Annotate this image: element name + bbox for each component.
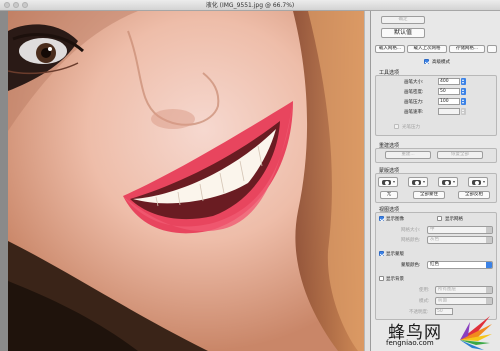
liquify-options-panel: 确定 默认值 载入网格... 载入上次网格 存储网格... 高级模式 工具选项 … [370,11,500,351]
portrait-image [8,11,364,351]
mesh-more-button[interactable] [487,45,497,53]
mask-intersect-icon [472,180,481,185]
minimize-window-button[interactable] [13,2,19,8]
use-layers-select[interactable]: 所有图层 [435,286,493,294]
brush-rate-stepper[interactable] [461,108,466,115]
close-window-button[interactable] [4,2,10,8]
load-last-mesh-button[interactable]: 载入上次网格 [407,45,447,53]
invert-all-button[interactable]: 全部反相 [458,191,490,199]
mesh-size-label: 网格大小: [401,228,421,233]
chevron-down-icon [486,237,492,243]
watermark-url: fengniao.com [386,339,434,347]
chevron-down-icon [486,298,492,304]
mesh-size-value: 中 [430,227,435,232]
bird-logo-icon [460,316,492,350]
mesh-color-value: 灰色 [430,237,439,242]
use-layers-value: 所有图层 [438,287,456,292]
mode-label: 模式: [419,299,430,304]
show-image-label: 显示图像 [386,217,404,222]
chevron-down-icon [483,181,485,183]
mesh-color-select[interactable]: 灰色 [427,236,493,244]
mode-select[interactable]: 前面 [435,297,493,305]
show-mesh-checkbox[interactable] [437,216,442,221]
chevron-down-icon [453,181,455,183]
mask-color-value: 红色 [430,262,439,267]
brush-pressure-label: 画笔压力: [404,100,424,105]
use-label: 使用: [419,288,430,293]
chevron-down-icon [486,227,492,233]
show-image-checkbox[interactable] [379,216,384,221]
mask-color-label: 蒙版颜色: [401,263,421,268]
load-mesh-button[interactable]: 载入网格... [375,45,405,53]
window-titlebar: 液化 (IMG_9551.jpg @ 66.7%) [0,0,500,11]
stylus-pressure-checkbox[interactable] [394,124,399,129]
mask-add-icon [412,180,421,185]
mode-value: 前面 [438,298,447,303]
show-mask-checkbox[interactable] [379,251,384,256]
chevron-down-icon [486,287,492,293]
advanced-mode-label: 高级模式 [432,60,450,65]
brush-pressure-input[interactable]: 100 [438,98,460,105]
default-button[interactable]: 默认值 [381,28,425,38]
show-mask-label: 显示蒙版 [386,252,404,257]
add-to-selection-button[interactable] [408,177,428,187]
show-mesh-label: 显示网格 [445,217,463,222]
brush-pressure-stepper[interactable] [461,98,466,105]
image-canvas[interactable] [8,11,364,351]
restore-all-button[interactable]: 恢复全部 [437,151,483,159]
stylus-pressure-label: 光笔压力 [402,125,420,130]
window-title: 液化 (IMG_9551.jpg @ 66.7%) [205,2,295,9]
brush-size-label: 画笔大小: [404,80,424,85]
chevron-down-icon [393,181,395,183]
mask-replace-icon [382,180,391,185]
brush-rate-input[interactable] [438,108,460,115]
brush-size-stepper[interactable] [461,78,466,85]
mesh-color-label: 网格颜色: [401,238,421,243]
mask-color-select[interactable]: 红色 [427,261,493,269]
save-mesh-button[interactable]: 存储网格... [449,45,485,53]
fengniao-watermark: 蜂鸟网 fengniao.com [378,310,498,350]
show-backdrop-checkbox[interactable] [379,276,384,281]
mesh-size-select[interactable]: 中 [427,226,493,234]
liquify-toolbar [0,11,8,351]
chevron-down-icon [486,262,492,268]
mask-none-button[interactable]: 无 [380,191,398,199]
zoom-window-button[interactable] [22,2,28,8]
brush-density-label: 画笔密度: [404,90,424,95]
advanced-mode-checkbox[interactable] [424,59,429,64]
mask-subtract-icon [442,180,451,185]
chevron-down-icon [423,181,425,183]
brush-rate-label: 画笔速率: [404,110,424,115]
intersect-with-selection-button[interactable] [468,177,488,187]
rebuild-button[interactable]: 重建... [385,151,431,159]
brush-size-input[interactable]: 400 [438,78,460,85]
replace-selection-button[interactable] [378,177,398,187]
subtract-from-selection-button[interactable] [438,177,458,187]
ok-button[interactable]: 确定 [381,16,425,24]
window-controls [4,2,28,8]
mask-all-button[interactable]: 全部蒙住 [413,191,445,199]
brush-density-input[interactable]: 50 [438,88,460,95]
show-backdrop-label: 显示背景 [386,277,404,282]
brush-density-stepper[interactable] [461,88,466,95]
